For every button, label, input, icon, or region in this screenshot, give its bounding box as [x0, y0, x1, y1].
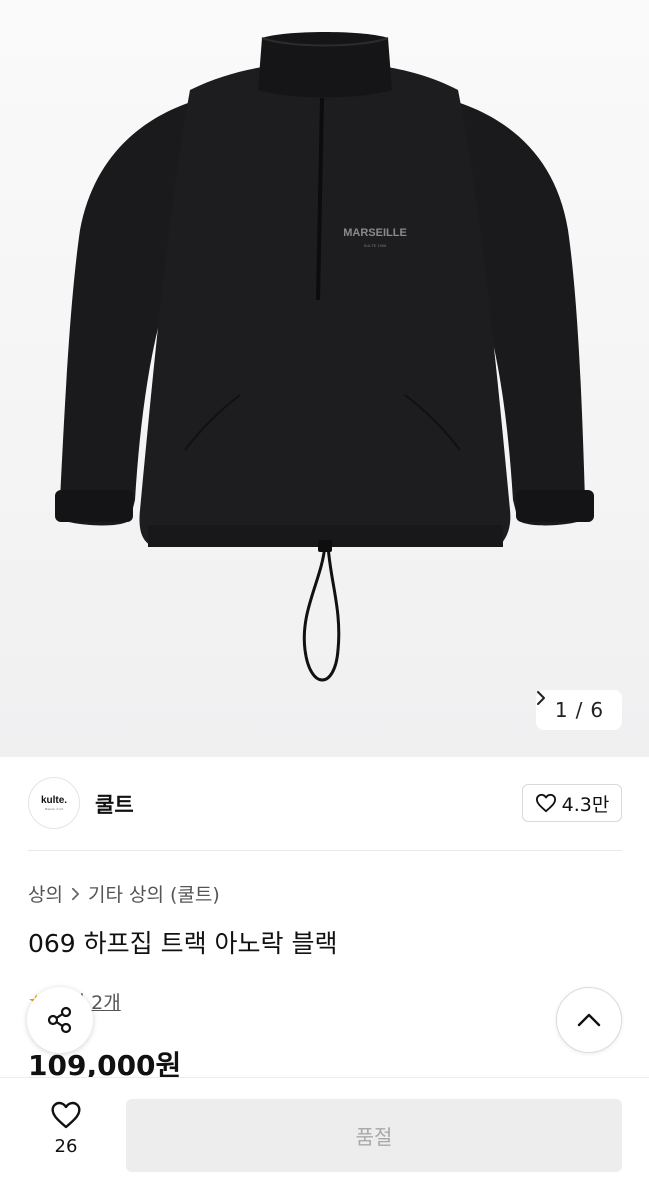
brand-logo-sub: Maison d'art — [44, 807, 64, 811]
chevron-right-icon — [537, 691, 545, 705]
breadcrumb-item-top[interactable]: 상의 — [28, 880, 63, 907]
breadcrumb: 상의 기타 상의 (쿨트) — [28, 880, 220, 907]
brand-row: kulte. Maison d'art 쿨트 4.3만 — [0, 757, 649, 851]
bottom-action-bar: 26 품절 — [0, 1077, 649, 1200]
share-button[interactable] — [27, 987, 93, 1053]
image-counter-separator: / — [575, 698, 583, 722]
chevron-right-icon — [71, 887, 79, 900]
breadcrumb-item-category[interactable]: 기타 상의 (쿨트) — [88, 880, 220, 907]
heart-outline-icon — [51, 1101, 81, 1129]
brand-logo[interactable]: kulte. Maison d'art — [28, 777, 80, 829]
brand-name[interactable]: 쿨트 — [95, 789, 134, 819]
image-counter[interactable]: 1 / 6 — [536, 690, 622, 730]
image-counter-total: 6 — [590, 698, 604, 722]
like-button[interactable]: 26 — [36, 1100, 96, 1157]
product-image-carousel[interactable]: MARSEILLE KULTE 1998 1 / 6 — [0, 0, 649, 757]
like-count: 26 — [54, 1136, 78, 1157]
product-image: MARSEILLE KULTE 1998 — [55, 32, 594, 682]
divider — [28, 850, 622, 851]
brand-logo-text: kulte. — [40, 795, 68, 806]
chevron-up-icon — [577, 1013, 601, 1027]
chest-print: MARSEILLE — [343, 227, 407, 239]
image-counter-current: 1 — [554, 698, 568, 722]
sold-out-button[interactable]: 품절 — [126, 1099, 622, 1172]
product-title: 069 하프집 트랙 아노락 블랙 — [28, 929, 338, 958]
scroll-top-button[interactable] — [556, 987, 622, 1053]
share-icon — [47, 1006, 72, 1034]
chest-print-sub: KULTE 1998 — [364, 243, 387, 248]
follow-brand-button[interactable]: 4.3만 — [522, 784, 622, 822]
heart-outline-icon — [535, 793, 556, 813]
follow-count: 4.3만 — [561, 793, 610, 816]
